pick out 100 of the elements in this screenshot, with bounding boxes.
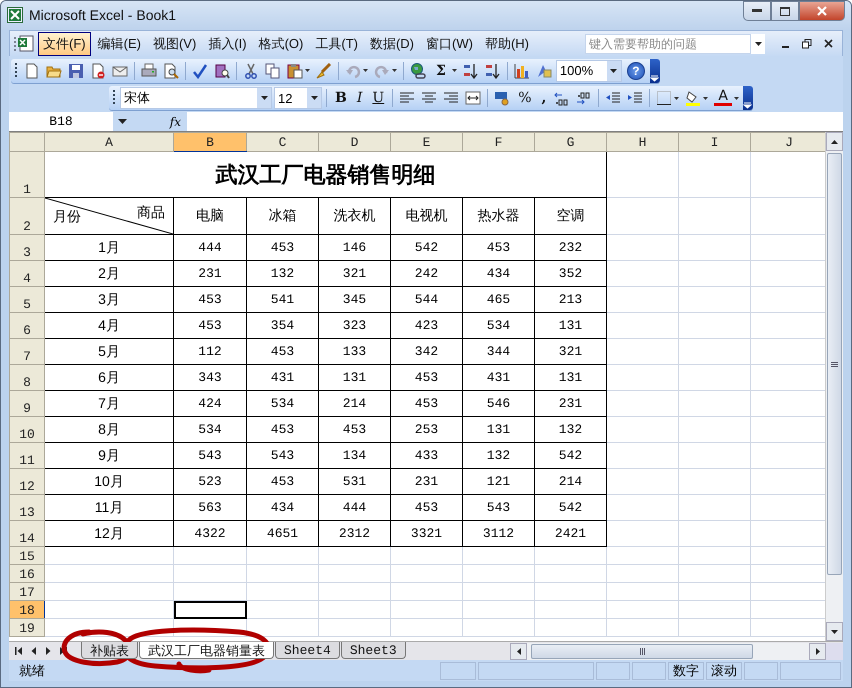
row-header[interactable]: 12 [10, 468, 44, 495]
row-header[interactable]: 18 [10, 600, 44, 619]
scrollbar-grip-icon[interactable] [640, 648, 644, 655]
close-icon[interactable] [824, 39, 833, 48]
dropdown-caret-icon[interactable] [260, 96, 268, 100]
dropdown-caret-icon[interactable] [703, 96, 708, 100]
autosum-button[interactable]: Σ [432, 62, 450, 79]
currency-icon[interactable] [494, 90, 510, 106]
row-header[interactable]: 8 [10, 364, 44, 391]
row-header[interactable]: 6 [10, 312, 44, 339]
print-preview-icon[interactable] [163, 62, 179, 79]
borders-icon[interactable] [656, 90, 672, 106]
row-header[interactable]: 19 [10, 618, 44, 637]
sheet-tab[interactable]: 武汉工厂电器销量表 [139, 642, 274, 660]
function-label[interactable]: fx [131, 114, 187, 129]
italic-button[interactable]: I [352, 90, 366, 106]
row-header[interactable]: 7 [10, 338, 44, 365]
new-file-icon[interactable] [24, 62, 40, 79]
column-header[interactable]: H [606, 132, 678, 152]
increase-decimal-icon[interactable] [554, 90, 570, 106]
menu-item[interactable]: 格式(O) [254, 32, 308, 56]
menu-item[interactable]: 插入(I) [203, 32, 252, 56]
spell-check-icon[interactable] [192, 62, 208, 79]
help-button[interactable]: ? [626, 62, 645, 80]
font-size-dropdown[interactable]: 12 [274, 87, 322, 110]
menu-item[interactable]: 数据(D) [364, 32, 420, 56]
close-button[interactable] [799, 1, 845, 21]
scroll-down-icon[interactable] [831, 630, 838, 634]
font-color-button[interactable]: A [714, 90, 732, 106]
zoom-dropdown[interactable]: 100% [556, 60, 622, 82]
sort-ascending-icon[interactable] [462, 62, 479, 79]
menu-item[interactable]: 文件(F) [38, 32, 91, 56]
help-search-field[interactable]: 键入需要帮助的问题 [585, 34, 751, 54]
column-header[interactable]: C [246, 132, 318, 152]
column-header[interactable]: B [174, 132, 246, 152]
font-dropdown[interactable]: 宋体 [120, 87, 272, 110]
menu-item[interactable]: 工具(T) [310, 32, 363, 56]
dropdown-caret-icon[interactable] [310, 96, 318, 100]
sheet-tab[interactable]: Sheet4 [275, 642, 340, 660]
column-header[interactable]: I [678, 132, 750, 152]
globe-icon[interactable] [410, 62, 426, 79]
row-header[interactable]: 9 [10, 390, 44, 417]
dropdown-caret-icon[interactable] [674, 96, 680, 100]
dropdown-caret-icon[interactable] [305, 69, 310, 72]
menu-item[interactable]: 编辑(E) [92, 32, 146, 56]
vertical-scrollbar[interactable] [825, 132, 843, 642]
clipboard-icon[interactable] [287, 62, 303, 79]
row-header[interactable]: 2 [10, 198, 44, 235]
row-header[interactable]: 1 [10, 152, 44, 198]
fill-color-icon[interactable] [685, 90, 702, 106]
name-box[interactable]: B18 [9, 112, 113, 132]
percent-button[interactable]: % [514, 90, 536, 106]
row-header[interactable]: 3 [10, 234, 44, 261]
row-header[interactable]: 13 [10, 494, 44, 521]
copy-icon[interactable] [265, 62, 281, 79]
row-header[interactable]: 5 [10, 286, 44, 313]
column-header[interactable]: J [750, 132, 826, 152]
sheet-tab[interactable]: 补贴表 [81, 642, 138, 660]
minimize-button[interactable] [743, 1, 771, 21]
restore-icon[interactable] [802, 38, 812, 48]
column-header[interactable]: G [534, 132, 606, 152]
scrollbar-grip-icon[interactable] [831, 362, 838, 367]
decrease-decimal-icon[interactable] [576, 90, 592, 106]
printer-icon[interactable] [141, 62, 157, 79]
save-icon[interactable] [68, 62, 84, 79]
maximize-button[interactable] [771, 1, 799, 21]
active-cell[interactable] [174, 600, 246, 619]
bar-chart-icon[interactable] [514, 62, 530, 79]
dropdown-caret-icon[interactable] [754, 42, 762, 46]
dropdown-caret-icon[interactable] [363, 69, 368, 72]
dropdown-caret-icon[interactable] [610, 68, 618, 73]
book-icon[interactable] [214, 62, 230, 79]
row-header[interactable]: 11 [10, 442, 44, 469]
brush-icon[interactable] [316, 62, 332, 79]
previous-sheet-icon[interactable] [31, 647, 37, 656]
dropdown-caret-icon[interactable] [392, 69, 397, 72]
bold-button[interactable]: B [331, 90, 351, 106]
scissors-icon[interactable] [243, 62, 259, 79]
menu-item[interactable]: 视图(V) [148, 32, 202, 56]
shapes-icon[interactable] [536, 62, 552, 79]
comma-button[interactable]: , [538, 90, 550, 106]
merge-cells-icon[interactable] [465, 90, 482, 106]
sheet-tab[interactable]: Sheet3 [340, 642, 406, 660]
column-header[interactable]: D [318, 132, 390, 152]
first-sheet-icon[interactable] [15, 647, 23, 656]
column-header[interactable]: A [44, 132, 174, 152]
horizontal-scrollbar[interactable] [510, 642, 826, 660]
permission-icon[interactable] [90, 62, 106, 79]
row-header[interactable]: 15 [10, 546, 44, 565]
scroll-up-icon[interactable] [831, 140, 838, 144]
sort-descending-icon[interactable] [484, 62, 501, 79]
scroll-right-icon[interactable] [816, 648, 820, 655]
row-header[interactable]: 10 [10, 416, 44, 443]
menu-item[interactable]: 窗口(W) [421, 32, 478, 56]
row-header[interactable]: 4 [10, 260, 44, 287]
dropdown-caret-icon[interactable] [118, 119, 126, 124]
next-sheet-icon[interactable] [45, 647, 51, 656]
column-header[interactable]: E [390, 132, 462, 152]
row-header[interactable]: 17 [10, 582, 44, 601]
row-header[interactable]: 16 [10, 564, 44, 583]
